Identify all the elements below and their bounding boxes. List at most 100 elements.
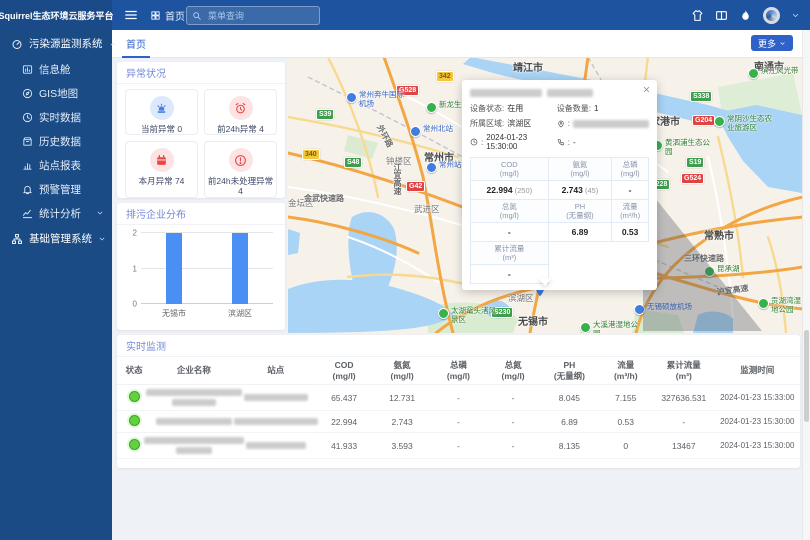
- metric-cell: 327636.531: [653, 385, 714, 411]
- device-count-value: 1: [594, 104, 598, 113]
- status-card-2[interactable]: 本月异常 74: [125, 141, 198, 197]
- company-name-redacted: [152, 418, 235, 425]
- popup-metric-header: COD(mg/l): [471, 158, 549, 181]
- status-card-0[interactable]: 当前异常 0: [125, 89, 198, 135]
- sidebar-section-1[interactable]: 基础管理系统: [0, 225, 112, 252]
- chevron-down-icon: [779, 40, 786, 47]
- road-shield: 340: [302, 149, 320, 160]
- metric-cell: -: [653, 411, 714, 433]
- report-icon: [22, 160, 33, 171]
- popup-metric-value: 0.53: [612, 223, 649, 242]
- breadcrumb[interactable]: 首页: [150, 0, 185, 30]
- gauge-icon: [11, 38, 23, 50]
- column-header-累计流量: 累计流量(m³): [653, 357, 714, 385]
- table-row-2[interactable]: 41.9333.593--8.1350134672024-01-23 15:30…: [117, 433, 800, 459]
- status-dot: [129, 439, 140, 450]
- station-name-redacted: [238, 418, 315, 425]
- header-actions: [691, 0, 800, 30]
- map-poi: 常阴沙生态农业旅游区: [714, 115, 779, 132]
- map-poi: 无锡硕放机场: [634, 303, 692, 315]
- sidebar-item-GIS地图[interactable]: GIS地图: [0, 81, 112, 105]
- popup-metric-value: -: [471, 223, 549, 242]
- sidebar-item-实时数据[interactable]: 实时数据: [0, 105, 112, 129]
- page-scrollbar: [802, 30, 810, 540]
- sidebar-item-站点报表[interactable]: 站点报表: [0, 153, 112, 177]
- flame-icon[interactable]: [739, 9, 752, 22]
- column-header-PH: PH(无量纲): [540, 357, 598, 385]
- gridline: [141, 303, 273, 304]
- tab-home[interactable]: 首页: [122, 30, 150, 58]
- popup-metric-header: 总氮(mg/l): [471, 200, 549, 223]
- table-row-1[interactable]: 22.9942.743--6.890.53-2024-01-23 15:30:0…: [117, 411, 800, 433]
- map-label: 江宜高速: [392, 163, 403, 195]
- realtime-panel: 实时监测 状态企业名称站点COD(mg/l)氨氮(mg/l)总磷(mg/l)总氮…: [117, 335, 800, 468]
- company-name-redacted: [152, 389, 235, 406]
- sidebar-section-0[interactable]: 污染源监测系统: [0, 30, 112, 57]
- popup-metric-value: 22.994 (250): [471, 181, 549, 200]
- road-shield: G524: [681, 173, 704, 184]
- map-poi: 滨江风光带: [748, 67, 799, 79]
- status-card-3[interactable]: 前24h未处理异常 4: [204, 141, 277, 197]
- map-poi: 昆承湖: [704, 265, 740, 277]
- bar-无锡市: [166, 233, 182, 304]
- station-name-redacted: [238, 394, 315, 401]
- calendar-icon: [150, 148, 174, 172]
- more-button[interactable]: 更多: [751, 35, 793, 51]
- search-input[interactable]: [206, 10, 314, 22]
- monitor-time-cell: 2024-01-23 15:33:00: [715, 385, 800, 411]
- metric-cell: 3.593: [373, 433, 431, 459]
- status-card-1[interactable]: 前24h异常 4: [204, 89, 277, 135]
- sidebar-item-统计分析[interactable]: 统计分析: [0, 201, 112, 225]
- sidebar-item-label: 预警管理: [39, 182, 104, 197]
- sidebar-item-label: 实时数据: [39, 110, 104, 125]
- popup-metrics-table: COD(mg/l)氨氮(mg/l)总磷(mg/l)22.994 (250)2.7…: [470, 157, 649, 284]
- metric-cell: -: [486, 385, 541, 411]
- table-row-0[interactable]: 65.43712.731--8.0457.155327636.5312024-0…: [117, 385, 800, 411]
- bar-滨湖区: [232, 233, 248, 304]
- map-poi: 太湖鼋头渚风景区: [438, 307, 503, 324]
- trend-icon: [22, 208, 33, 219]
- shirt-icon[interactable]: [691, 9, 704, 22]
- popup-pointer: [538, 278, 552, 286]
- scrollbar-thumb[interactable]: [804, 330, 809, 422]
- map-poi: 大溪港湿地公园: [580, 321, 645, 333]
- monitor-table-body: 65.43712.731--8.0457.155327636.5312024-0…: [117, 385, 800, 459]
- station-popup: 设备状态: 在用 设备数量: 1 所属区域: 滨湖区 : : 2024-01-2…: [462, 80, 657, 290]
- alarm-clock-icon: [229, 96, 253, 120]
- layout-icon[interactable]: [715, 9, 728, 22]
- sitemap-icon: [11, 233, 23, 245]
- map-label: 武进区: [414, 203, 440, 215]
- map-label: 无锡市: [518, 313, 548, 328]
- metric-cell: -: [486, 433, 541, 459]
- map-canvas[interactable]: 设备状态: 在用 设备数量: 1 所属区域: 滨湖区 : : 2024-01-2…: [288, 57, 803, 333]
- abnormal-status-panel: 异常状况 当前异常 0前24h异常 4本月异常 74前24h未处理异常 4: [117, 62, 285, 198]
- status-card-label: 前24h异常 4: [215, 124, 266, 134]
- device-status-value: 在用: [507, 103, 523, 114]
- clock-icon: [22, 112, 33, 123]
- sidebar-nav: 污染源监测系统信息舱 GIS地图实时数据历史数据站点报表预警管理统计分析基础管理系…: [0, 30, 112, 252]
- sidebar-item-历史数据[interactable]: 历史数据: [0, 129, 112, 153]
- menu-icon[interactable]: [124, 8, 138, 22]
- sidebar-item-预警管理[interactable]: 预警管理: [0, 177, 112, 201]
- chevron-down-icon[interactable]: [791, 11, 800, 20]
- column-header-状态: 状态: [117, 357, 151, 385]
- map-label: 滨湖区: [508, 292, 534, 304]
- siren-icon: [155, 102, 168, 115]
- gridline: [141, 232, 273, 233]
- sidebar-section-label: 基础管理系统: [29, 231, 92, 246]
- metric-cell: 6.89: [540, 411, 598, 433]
- map-poi: 常州站: [426, 161, 462, 173]
- sidebar-item-信息舱[interactable]: 信息舱: [0, 57, 112, 81]
- status-card-label: 前24h未处理异常 4: [205, 176, 276, 196]
- sidebar-item-label: GIS地图: [39, 86, 104, 101]
- phone-icon: [557, 138, 565, 146]
- user-avatar[interactable]: [763, 7, 780, 24]
- status-card-label: 本月异常 74: [137, 176, 187, 186]
- metric-cell: -: [431, 433, 486, 459]
- monitor-time-cell: 2024-01-23 15:30:00: [715, 411, 800, 433]
- tab-bar: 首页 更多: [112, 30, 803, 58]
- close-icon[interactable]: [642, 85, 651, 94]
- popup-metric-spacer: [548, 242, 648, 284]
- x-category-label: 滨湖区: [228, 308, 252, 319]
- column-header-流量: 流量(m³/h): [598, 357, 653, 385]
